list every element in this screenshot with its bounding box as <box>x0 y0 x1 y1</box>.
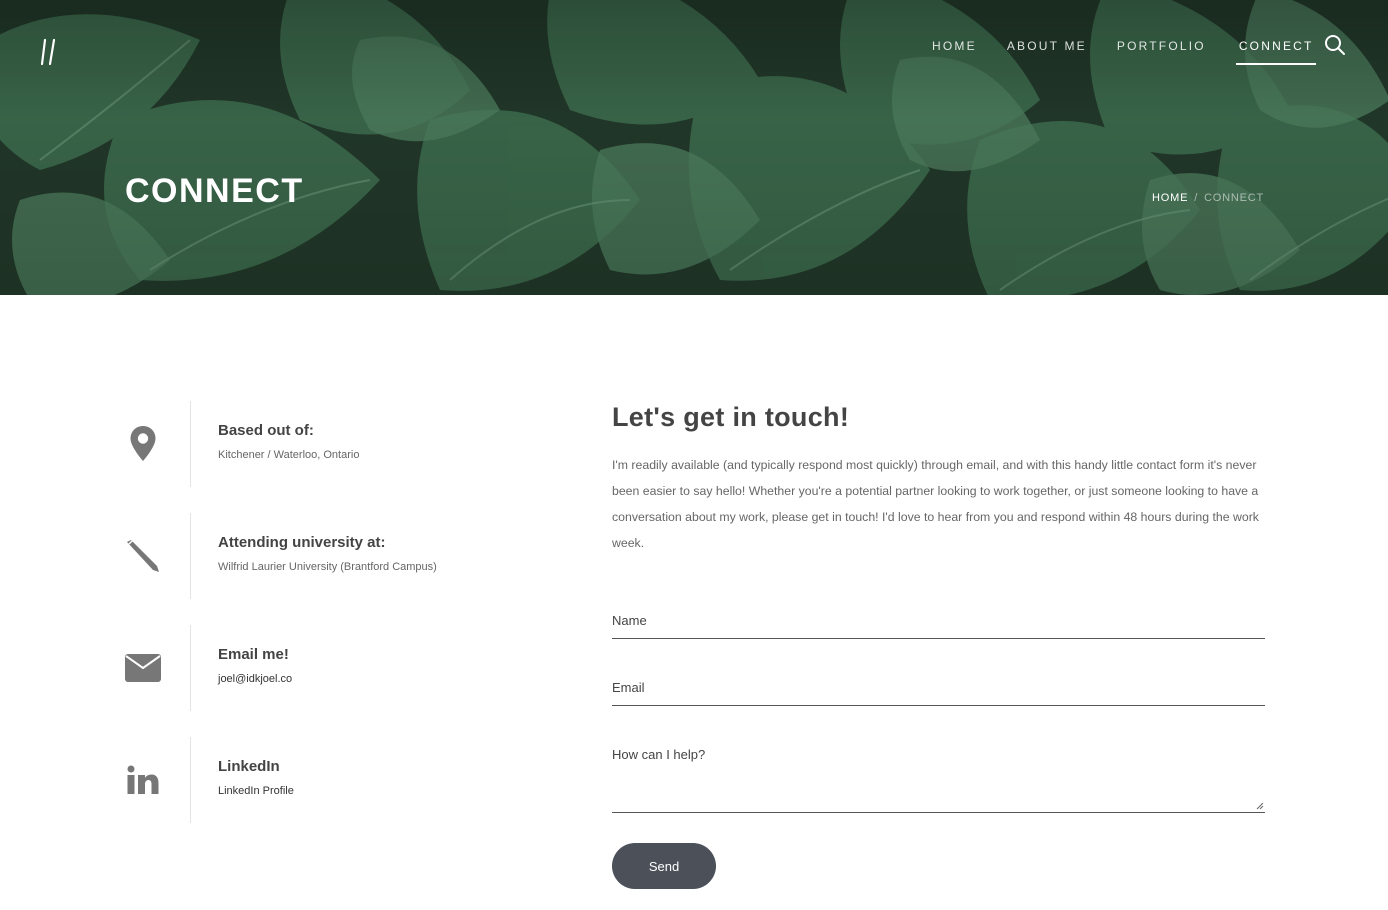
info-item-university: Attending university at: Wilfrid Laurier… <box>120 513 540 599</box>
contact-title: Let's get in touch! <box>612 402 850 432</box>
main-nav: HOME ABOUT ME PORTFOLIO CONNECT <box>932 39 1346 65</box>
location-pin-icon <box>120 401 166 487</box>
resize-grip-icon[interactable] <box>1256 802 1264 810</box>
info-text: Wilfrid Laurier University (Brantford Ca… <box>218 561 437 573</box>
search-icon[interactable] <box>1324 34 1346 56</box>
send-button[interactable]: Send <box>612 843 716 889</box>
site-logo-icon[interactable] <box>38 38 60 66</box>
info-heading: Email me! <box>218 646 289 663</box>
breadcrumb-home-link[interactable]: HOME <box>1152 192 1188 204</box>
email-field[interactable]: Email <box>612 671 1265 706</box>
envelope-icon <box>120 625 166 711</box>
info-item-linkedin: LinkedIn LinkedIn Profile <box>120 737 540 823</box>
email-link[interactable]: joel@idkjoel.co <box>218 673 292 685</box>
nav-item-home[interactable]: HOME <box>932 39 977 65</box>
nav-item-portfolio[interactable]: PORTFOLIO <box>1117 39 1206 65</box>
name-input[interactable] <box>612 604 1265 638</box>
nav-item-about-me[interactable]: ABOUT ME <box>1007 39 1087 65</box>
info-heading: LinkedIn <box>218 758 280 775</box>
info-item-location: Based out of: Kitchener / Waterloo, Onta… <box>120 401 540 487</box>
nav-item-connect[interactable]: CONNECT <box>1235 39 1316 65</box>
info-divider <box>190 737 191 823</box>
contact-intro: I'm readily available (and typically res… <box>612 458 1259 550</box>
message-field[interactable]: How can I help? <box>612 738 1265 813</box>
hero-banner: HOME ABOUT ME PORTFOLIO CONNECT CONNECT … <box>0 0 1388 295</box>
breadcrumb-separator: / <box>1194 192 1199 204</box>
breadcrumb: HOME / CONNECT <box>1152 192 1264 204</box>
pencil-icon <box>120 513 166 599</box>
info-divider <box>190 625 191 711</box>
name-field[interactable]: Name <box>612 604 1265 639</box>
info-item-email: Email me! joel@idkjoel.co <box>120 625 540 711</box>
info-heading: Based out of: <box>218 422 314 439</box>
linkedin-icon <box>120 737 166 823</box>
info-divider <box>190 513 191 599</box>
breadcrumb-current: CONNECT <box>1204 192 1265 204</box>
linkedin-profile-link[interactable]: LinkedIn Profile <box>218 785 294 797</box>
info-text: Kitchener / Waterloo, Ontario <box>218 449 360 461</box>
page-title: CONNECT <box>125 172 304 210</box>
info-divider <box>190 401 191 487</box>
info-heading: Attending university at: <box>218 534 386 551</box>
message-textarea[interactable] <box>612 738 1265 812</box>
email-input[interactable] <box>612 671 1265 705</box>
